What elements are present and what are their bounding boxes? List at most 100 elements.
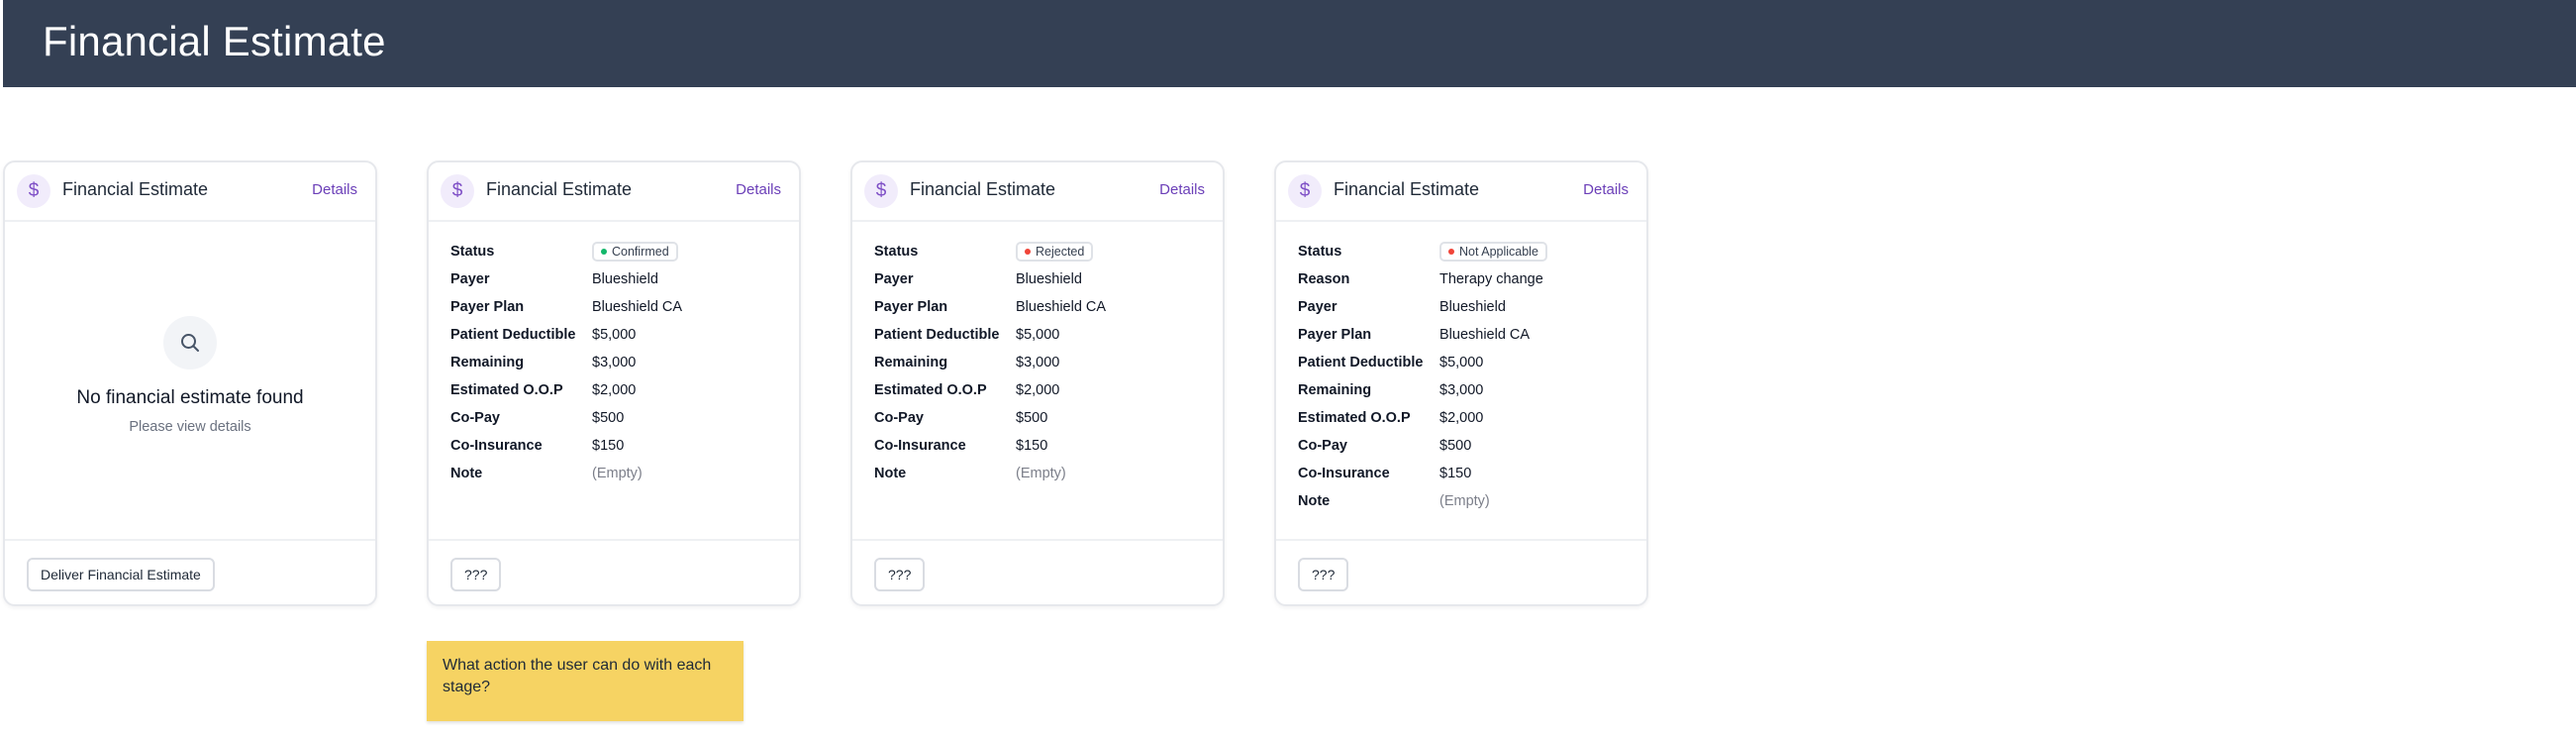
field-value: $5,000 bbox=[1016, 327, 1060, 343]
dollar-icon: $ bbox=[864, 174, 898, 208]
field-value: $150 bbox=[1016, 438, 1048, 454]
status-row: Status Confirmed bbox=[450, 238, 789, 265]
field-label: Payer bbox=[874, 271, 914, 287]
field-row: Co-Insurance $150 bbox=[450, 432, 789, 460]
field-row: Co-Insurance $150 bbox=[874, 432, 1213, 460]
field-value: $5,000 bbox=[592, 327, 637, 343]
estimate-fields: Status Not Applicable Reason Therapy chan… bbox=[1298, 238, 1636, 515]
search-icon bbox=[163, 316, 217, 370]
sticky-note: What action the user can do with each st… bbox=[427, 641, 743, 721]
page-header: Financial Estimate bbox=[3, 0, 2576, 87]
financial-estimate-card-confirmed: $ Financial Estimate Details Status Conf… bbox=[427, 160, 801, 606]
field-label: Payer bbox=[1298, 299, 1338, 315]
field-value: $5,000 bbox=[1439, 355, 1484, 370]
field-label: Payer Plan bbox=[874, 299, 948, 315]
field-value: $3,000 bbox=[1016, 355, 1060, 370]
field-row: Note (Empty) bbox=[450, 460, 789, 487]
details-link[interactable]: Details bbox=[1583, 181, 1629, 198]
financial-estimate-card-not-applicable: $ Financial Estimate Details Status Not … bbox=[1274, 160, 1648, 606]
field-label: Status bbox=[1298, 244, 1342, 260]
field-value: (Empty) bbox=[1016, 466, 1066, 481]
card-header: $ Financial Estimate Details bbox=[852, 162, 1223, 222]
card-header: $ Financial Estimate Details bbox=[5, 162, 375, 222]
status-badge-label: Not Applicable bbox=[1459, 245, 1538, 259]
field-value: Blueshield bbox=[1439, 299, 1506, 315]
field-row: Patient Deductible $5,000 bbox=[874, 321, 1213, 349]
field-value: Blueshield CA bbox=[592, 299, 683, 315]
field-value: $3,000 bbox=[1439, 382, 1484, 398]
card-footer: Deliver Financial Estimate bbox=[5, 539, 375, 608]
field-row: Payer Blueshield bbox=[874, 265, 1213, 293]
field-label: Patient Deductible bbox=[874, 327, 1000, 343]
field-row: Payer Blueshield bbox=[1298, 293, 1636, 321]
status-row: Status Rejected bbox=[874, 238, 1213, 265]
field-value: Blueshield CA bbox=[1016, 299, 1107, 315]
field-label: Estimated O.O.P bbox=[874, 382, 987, 398]
status-row: Status Not Applicable bbox=[1298, 238, 1636, 265]
field-row: Remaining $3,000 bbox=[450, 349, 789, 376]
field-label: Payer bbox=[450, 271, 490, 287]
field-row: Payer Plan Blueshield CA bbox=[1298, 321, 1636, 349]
dollar-icon: $ bbox=[441, 174, 474, 208]
financial-estimate-card-empty: $ Financial Estimate Details No financia… bbox=[3, 160, 377, 606]
card-footer: ??? bbox=[852, 539, 1223, 608]
field-label: Note bbox=[1298, 493, 1331, 509]
field-value: $150 bbox=[592, 438, 625, 454]
field-value: $500 bbox=[1439, 438, 1472, 454]
card-footer: ??? bbox=[429, 539, 799, 608]
field-label: Remaining bbox=[874, 355, 948, 370]
field-row: Co-Pay $500 bbox=[874, 404, 1213, 432]
field-value: $3,000 bbox=[592, 355, 637, 370]
field-value: Blueshield bbox=[592, 271, 658, 287]
field-label: Status bbox=[450, 244, 495, 260]
estimate-fields: Status Confirmed Payer Blueshield Payer P… bbox=[450, 238, 789, 487]
action-button[interactable]: ??? bbox=[450, 558, 502, 591]
status-dot-icon bbox=[601, 249, 607, 255]
field-row: Patient Deductible $5,000 bbox=[1298, 349, 1636, 376]
status-dot-icon bbox=[1025, 249, 1031, 255]
field-row: Note (Empty) bbox=[1298, 487, 1636, 515]
action-button[interactable]: ??? bbox=[874, 558, 926, 591]
field-label: Patient Deductible bbox=[1298, 355, 1424, 370]
details-link[interactable]: Details bbox=[312, 181, 357, 198]
card-title: Financial Estimate bbox=[1334, 179, 1480, 199]
field-row: Co-Insurance $150 bbox=[1298, 460, 1636, 487]
status-badge: Confirmed bbox=[592, 242, 678, 262]
sticky-note-text: What action the user can do with each st… bbox=[443, 657, 712, 695]
field-value: $500 bbox=[592, 410, 625, 426]
dollar-icon: $ bbox=[17, 174, 50, 208]
field-value: $150 bbox=[1439, 466, 1472, 481]
deliver-financial-estimate-button[interactable]: Deliver Financial Estimate bbox=[27, 558, 215, 591]
details-link[interactable]: Details bbox=[1159, 181, 1205, 198]
financial-estimate-card-rejected: $ Financial Estimate Details Status Reje… bbox=[850, 160, 1225, 606]
field-row: Payer Plan Blueshield CA bbox=[450, 293, 789, 321]
field-row: Reason Therapy change bbox=[1298, 265, 1636, 293]
field-row: Estimated O.O.P $2,000 bbox=[450, 376, 789, 404]
status-badge: Rejected bbox=[1016, 242, 1094, 262]
card-footer: ??? bbox=[1276, 539, 1646, 608]
empty-state-title: No financial estimate found bbox=[76, 387, 304, 408]
field-value: $2,000 bbox=[1016, 382, 1060, 398]
field-label: Note bbox=[450, 466, 483, 481]
field-value: Not Applicable bbox=[1439, 242, 1547, 262]
field-value: Blueshield CA bbox=[1439, 327, 1531, 343]
field-row: Remaining $3,000 bbox=[1298, 376, 1636, 404]
field-row: Note (Empty) bbox=[874, 460, 1213, 487]
card-title: Financial Estimate bbox=[910, 179, 1056, 199]
field-value: Rejected bbox=[1016, 242, 1094, 262]
status-dot-icon bbox=[1448, 249, 1454, 255]
field-value: Confirmed bbox=[592, 242, 678, 262]
field-row: Co-Pay $500 bbox=[1298, 432, 1636, 460]
empty-state-subtitle: Please view details bbox=[129, 419, 251, 435]
details-link[interactable]: Details bbox=[736, 181, 781, 198]
field-value: (Empty) bbox=[1439, 493, 1490, 509]
field-row: Estimated O.O.P $2,000 bbox=[874, 376, 1213, 404]
action-button[interactable]: ??? bbox=[1298, 558, 1349, 591]
field-value: $2,000 bbox=[592, 382, 637, 398]
card-header: $ Financial Estimate Details bbox=[1276, 162, 1646, 222]
field-label: Status bbox=[874, 244, 919, 260]
field-value: (Empty) bbox=[592, 466, 643, 481]
status-badge-label: Confirmed bbox=[612, 245, 669, 259]
field-label: Co-Pay bbox=[874, 410, 924, 426]
field-row: Patient Deductible $5,000 bbox=[450, 321, 789, 349]
